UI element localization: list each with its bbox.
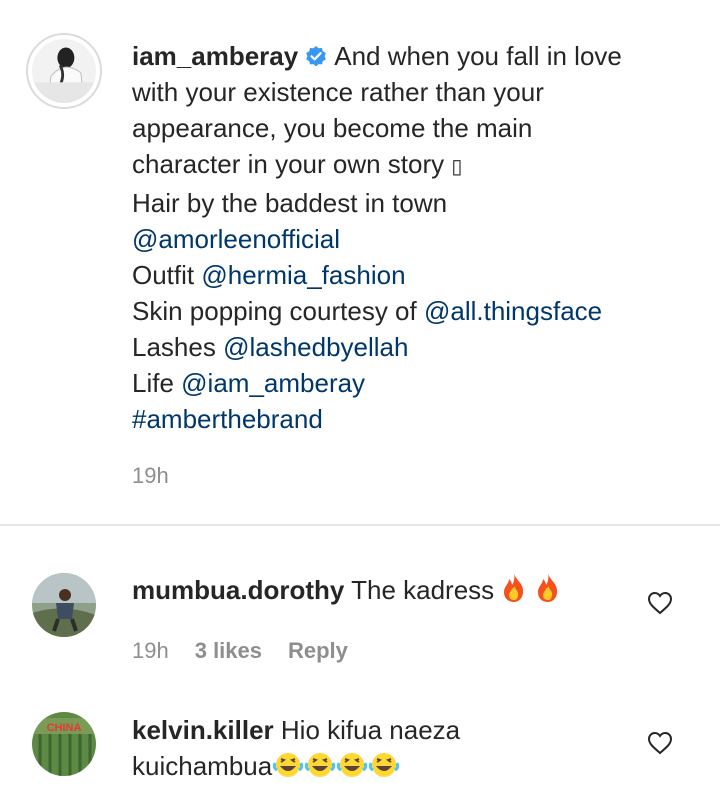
- comment-avatar[interactable]: [32, 573, 96, 637]
- comment-username[interactable]: mumbua.dorothy: [132, 575, 344, 605]
- comment-text: kuichambua: [132, 751, 273, 781]
- caption-text: with your existence rather than your: [132, 77, 544, 107]
- post-caption: iam_amberay And when you fall in love wit…: [132, 38, 692, 437]
- laughing-emoji-icon: [368, 751, 400, 788]
- laughing-emoji-icon: [336, 751, 368, 788]
- caption-text: Lashes: [132, 332, 224, 362]
- comment-meta: 19h 3 likes Reply: [132, 638, 374, 664]
- comment-body: kelvin.killer Hio kifua naeza kuichambua: [132, 712, 632, 788]
- fire-emoji-icon: [535, 573, 561, 612]
- mention-link[interactable]: @amorleenofficial: [132, 224, 340, 254]
- mention-link[interactable]: @lashedbyellah: [223, 332, 408, 362]
- caption-text: And when you fall in love: [334, 41, 622, 71]
- laughing-emoji-icon: [272, 751, 304, 788]
- mention-link[interactable]: @hermia_fashion: [201, 260, 405, 290]
- fire-emoji-icon: [501, 573, 527, 612]
- comment-avatar[interactable]: CHINA: [32, 712, 96, 776]
- mention-link[interactable]: @all.thingsface: [424, 296, 602, 326]
- avatar-photo: CHINA: [32, 712, 96, 776]
- caption-text: Hair by the baddest in town: [132, 188, 448, 218]
- comment-body: mumbua.dorothy The kadress: [132, 572, 632, 612]
- missing-emoji-glyph: ▯: [451, 156, 463, 178]
- caption-text: character in your own story: [132, 149, 452, 179]
- like-heart-icon[interactable]: [647, 590, 673, 616]
- hashtag-link[interactable]: #amberthebrand: [132, 404, 323, 434]
- caption-text: Outfit: [132, 260, 202, 290]
- laughing-emoji-icon: [304, 751, 336, 788]
- comment-text: Hio kifua naeza: [280, 715, 461, 745]
- caption-text: Skin popping courtesy of: [132, 296, 424, 326]
- avatar-photo: [32, 39, 96, 103]
- comment-timestamp: 19h: [132, 638, 169, 663]
- mention-link[interactable]: @iam_amberay: [181, 368, 365, 398]
- verified-badge-icon: [304, 44, 328, 68]
- comment-likes[interactable]: 3 likes: [195, 638, 262, 663]
- like-heart-icon[interactable]: [647, 730, 673, 756]
- comment-text: The kadress: [351, 575, 495, 605]
- reply-button[interactable]: Reply: [288, 638, 348, 663]
- post-timestamp: 19h: [132, 463, 169, 488]
- post-author-avatar[interactable]: [26, 33, 102, 109]
- divider: [0, 524, 720, 526]
- comment-username[interactable]: kelvin.killer: [132, 715, 274, 745]
- avatar-photo: [32, 573, 96, 637]
- avatar-text: CHINA: [47, 722, 82, 734]
- post-username[interactable]: iam_amberay: [132, 41, 298, 71]
- caption-text: Life: [132, 368, 182, 398]
- caption-text: appearance, you become the main: [132, 113, 533, 143]
- post-meta: 19h: [132, 463, 195, 489]
